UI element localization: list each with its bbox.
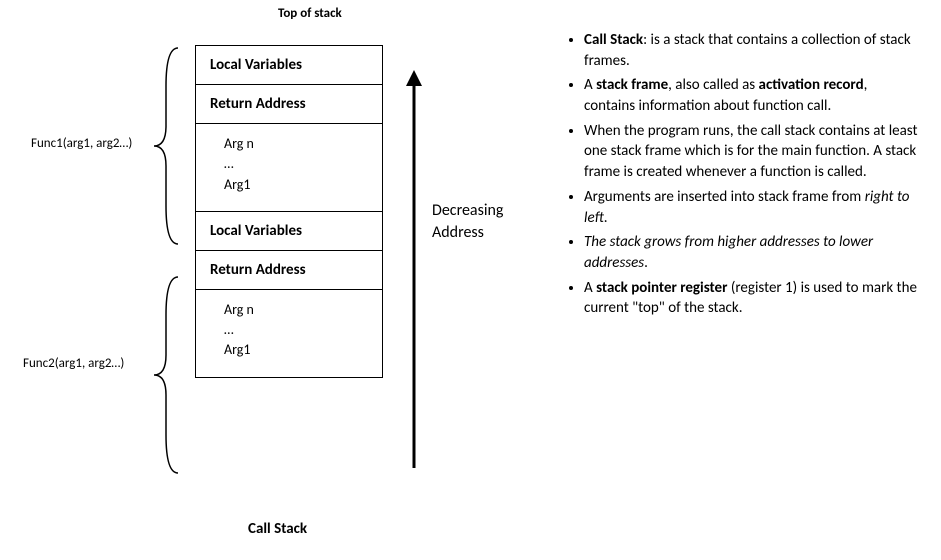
decreasing-address-arrow-icon	[406, 70, 422, 468]
bullet-3: When the program runs, the call stack co…	[584, 121, 920, 183]
bullet-5: The stack grows from higher addresses to…	[584, 232, 920, 273]
frame1-argdots: …	[224, 154, 368, 174]
arrow-label-line1: Decreasing	[432, 200, 503, 222]
arrow-label-line2: Address	[432, 222, 503, 244]
frame2-args: Arg n … Arg1	[196, 290, 382, 377]
bullet-2-mid: , also called as	[668, 76, 758, 94]
bullet-5-post: .	[644, 254, 648, 272]
bullet-6: A stack pointer register (register 1) is…	[584, 278, 920, 319]
bullet-1-bold: Call Stack	[584, 31, 643, 49]
top-of-stack-label: Top of stack	[278, 6, 342, 21]
frame2-local-vars: Local Variables	[196, 212, 382, 251]
frame1-local-vars: Local Variables	[196, 46, 382, 85]
bullet-2-bold1: stack frame	[596, 76, 668, 94]
stack-frame-2: Local Variables Return Address Arg n … A…	[196, 212, 382, 377]
frame1-args: Arg n … Arg1	[196, 124, 382, 212]
brace-func1-icon	[148, 46, 188, 246]
func2-label: Func2(arg1, arg2…)	[23, 356, 124, 371]
bullet-2-pre: A	[584, 76, 596, 94]
frame2-argdots: …	[224, 320, 368, 340]
bullet-2: A stack frame, also called as activation…	[584, 75, 920, 116]
bullet-1: Call Stack: is a stack that contains a c…	[584, 30, 920, 71]
bullet-4-post: .	[604, 209, 608, 227]
arrow-label: Decreasing Address	[432, 200, 503, 243]
call-stack-label: Call Stack	[248, 520, 307, 538]
frame1-argn: Arg n	[224, 134, 368, 154]
frame2-argn: Arg n	[224, 300, 368, 320]
bullet-6-bold: stack pointer register	[596, 279, 727, 297]
bullet-2-bold2: activation record	[759, 76, 864, 94]
bullet-4: Arguments are inserted into stack frame …	[584, 187, 920, 228]
brace-func2-icon	[148, 275, 188, 475]
stack-frame-1: Local Variables Return Address Arg n … A…	[196, 46, 382, 212]
bullet-6-pre: A	[584, 279, 596, 297]
bullet-4-pre: Arguments are inserted into stack frame …	[584, 188, 865, 206]
frame2-return-addr: Return Address	[196, 251, 382, 290]
frame1-return-addr: Return Address	[196, 85, 382, 124]
frame2-arg1: Arg1	[224, 340, 368, 360]
call-stack-box: Local Variables Return Address Arg n … A…	[195, 45, 383, 378]
func1-label: Func1(arg1, arg2…)	[31, 136, 132, 151]
bullet-5-italic: The stack grows from higher addresses to…	[584, 233, 873, 272]
frame1-arg1: Arg1	[224, 175, 368, 195]
bullets-list: Call Stack: is a stack that contains a c…	[560, 30, 920, 323]
